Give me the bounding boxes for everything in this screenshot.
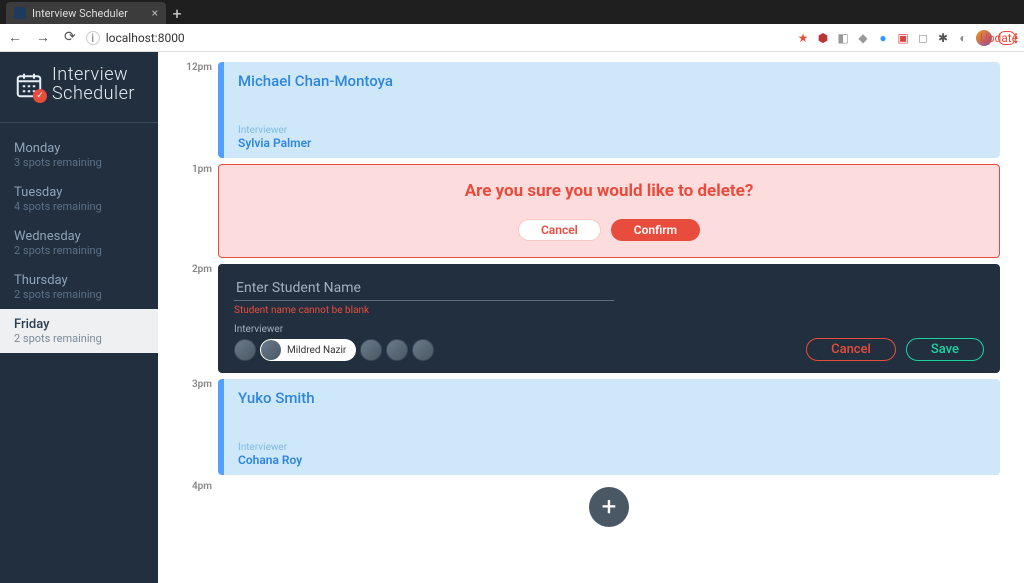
confirm-message: Are you sure you would like to delete? [465,181,754,201]
form-error-message: Student name cannot be blank [234,305,794,316]
student-name: Yuko Smith [238,389,986,407]
tab-title: Interview Scheduler [32,7,128,20]
day-spots: 2 spots remaining [14,332,144,345]
ext-icon-1[interactable]: ◧ [836,31,850,45]
new-tab-button[interactable]: + [166,2,188,24]
time-label-2pm: 2pm [178,264,218,275]
plus-icon: + [602,492,617,522]
appointment-card-3pm[interactable]: Yuko Smith Interviewer Cohana Roy [218,379,1000,475]
update-label: Update [992,31,1006,45]
interviewer-label: Interviewer [234,324,794,335]
ext-icon-2[interactable]: ◆ [856,31,870,45]
interviewer-avatar-5[interactable] [412,339,434,361]
browser-tab[interactable]: Interview Scheduler × [6,2,166,24]
reload-icon[interactable]: ⟳ [64,29,76,46]
confirm-delete-card: Are you sure you would like to delete? C… [218,164,1000,258]
form-cancel-button[interactable]: Cancel [806,338,896,361]
url-text: localhost:8000 [106,31,185,45]
appointment-form-card: Student name cannot be blank Interviewer… [218,264,1000,373]
time-label-12pm: 12pm [178,62,218,73]
schedule-panel: 12pm Michael Chan-Montoya Interviewer Sy… [158,52,1024,583]
day-spots: 2 spots remaining [14,288,144,301]
forward-icon[interactable]: → [36,29,50,46]
site-info-icon[interactable]: i [86,31,100,45]
interviewer-label: Interviewer [238,125,986,136]
add-appointment-button[interactable]: + [589,487,629,527]
interviewer-label: Interviewer [238,442,986,453]
time-label-1pm: 1pm [178,164,218,175]
interviewer-avatar-selected[interactable]: Mildred Nazir [260,339,356,361]
sidebar-divider [0,122,158,123]
day-label: Monday [14,141,144,156]
address-bar[interactable]: i localhost:8000 [86,31,786,45]
day-label: Wednesday [14,229,144,244]
ext-icon-6[interactable]: ✱ [936,31,950,45]
sidebar-item-tuesday[interactable]: Tuesday 4 spots remaining [0,177,158,221]
browser-tabstrip: Interview Scheduler × + [0,0,1024,24]
sidebar-item-monday[interactable]: Monday 3 spots remaining [0,133,158,177]
ext-icon-7[interactable]: ◐ [956,31,970,45]
star-icon[interactable]: ★ [796,31,810,45]
interviewer-picker: Mildred Nazir [234,339,794,361]
form-save-button[interactable]: Save [906,338,984,361]
sidebar: ✓ Interview Scheduler Monday 3 spots rem… [0,52,158,583]
back-icon[interactable]: ← [8,29,22,46]
empty-slot-4pm: + [218,481,1000,533]
ext-icon-4[interactable]: ▣ [896,31,910,45]
browser-toolbar: ← → ⟳ i localhost:8000 ★ ⬢ ◧ ◆ ● ▣ ◻ ✱ ◐… [0,24,1024,52]
sidebar-item-thursday[interactable]: Thursday 2 spots remaining [0,265,158,309]
menu-dots-icon[interactable]: ⋮ [1010,31,1022,45]
shield-icon[interactable]: ⬢ [816,31,830,45]
interviewer-name: Sylvia Palmer [238,136,986,150]
interviewer-name: Cohana Roy [238,453,986,467]
favicon-icon [14,7,26,19]
day-label: Tuesday [14,185,144,200]
avatar-icon [261,340,281,360]
ext-icon-5[interactable]: ◻ [916,31,930,45]
time-label-4pm: 4pm [178,481,218,492]
student-name-input[interactable] [234,276,614,301]
day-label: Thursday [14,273,144,288]
interviewer-avatar-4[interactable] [386,339,408,361]
interviewer-avatar-1[interactable] [234,339,256,361]
appointment-card-12pm[interactable]: Michael Chan-Montoya Interviewer Sylvia … [218,62,1000,158]
day-spots: 3 spots remaining [14,156,144,169]
update-button[interactable]: Update ⋮ [998,31,1016,45]
app-title-line2: Scheduler [52,85,135,104]
close-tab-icon[interactable]: × [152,6,158,20]
sidebar-item-wednesday[interactable]: Wednesday 2 spots remaining [0,221,158,265]
cancel-delete-button[interactable]: Cancel [518,219,601,241]
checkmark-badge-icon: ✓ [33,89,47,103]
selected-interviewer-name: Mildred Nazir [287,345,346,356]
app-logo: ✓ Interview Scheduler [0,52,158,122]
calendar-icon: ✓ [14,70,44,100]
ext-icon-3[interactable]: ● [876,31,890,45]
time-label-3pm: 3pm [178,379,218,390]
student-name: Michael Chan-Montoya [238,72,986,90]
interviewer-avatar-3[interactable] [360,339,382,361]
extension-icons: ★ ⬢ ◧ ◆ ● ▣ ◻ ✱ ◐ Update ⋮ [796,30,1016,46]
day-label: Friday [14,317,144,332]
sidebar-item-friday[interactable]: Friday 2 spots remaining [0,309,158,353]
day-spots: 2 spots remaining [14,244,144,257]
confirm-delete-button[interactable]: Confirm [611,219,700,241]
day-spots: 4 spots remaining [14,200,144,213]
